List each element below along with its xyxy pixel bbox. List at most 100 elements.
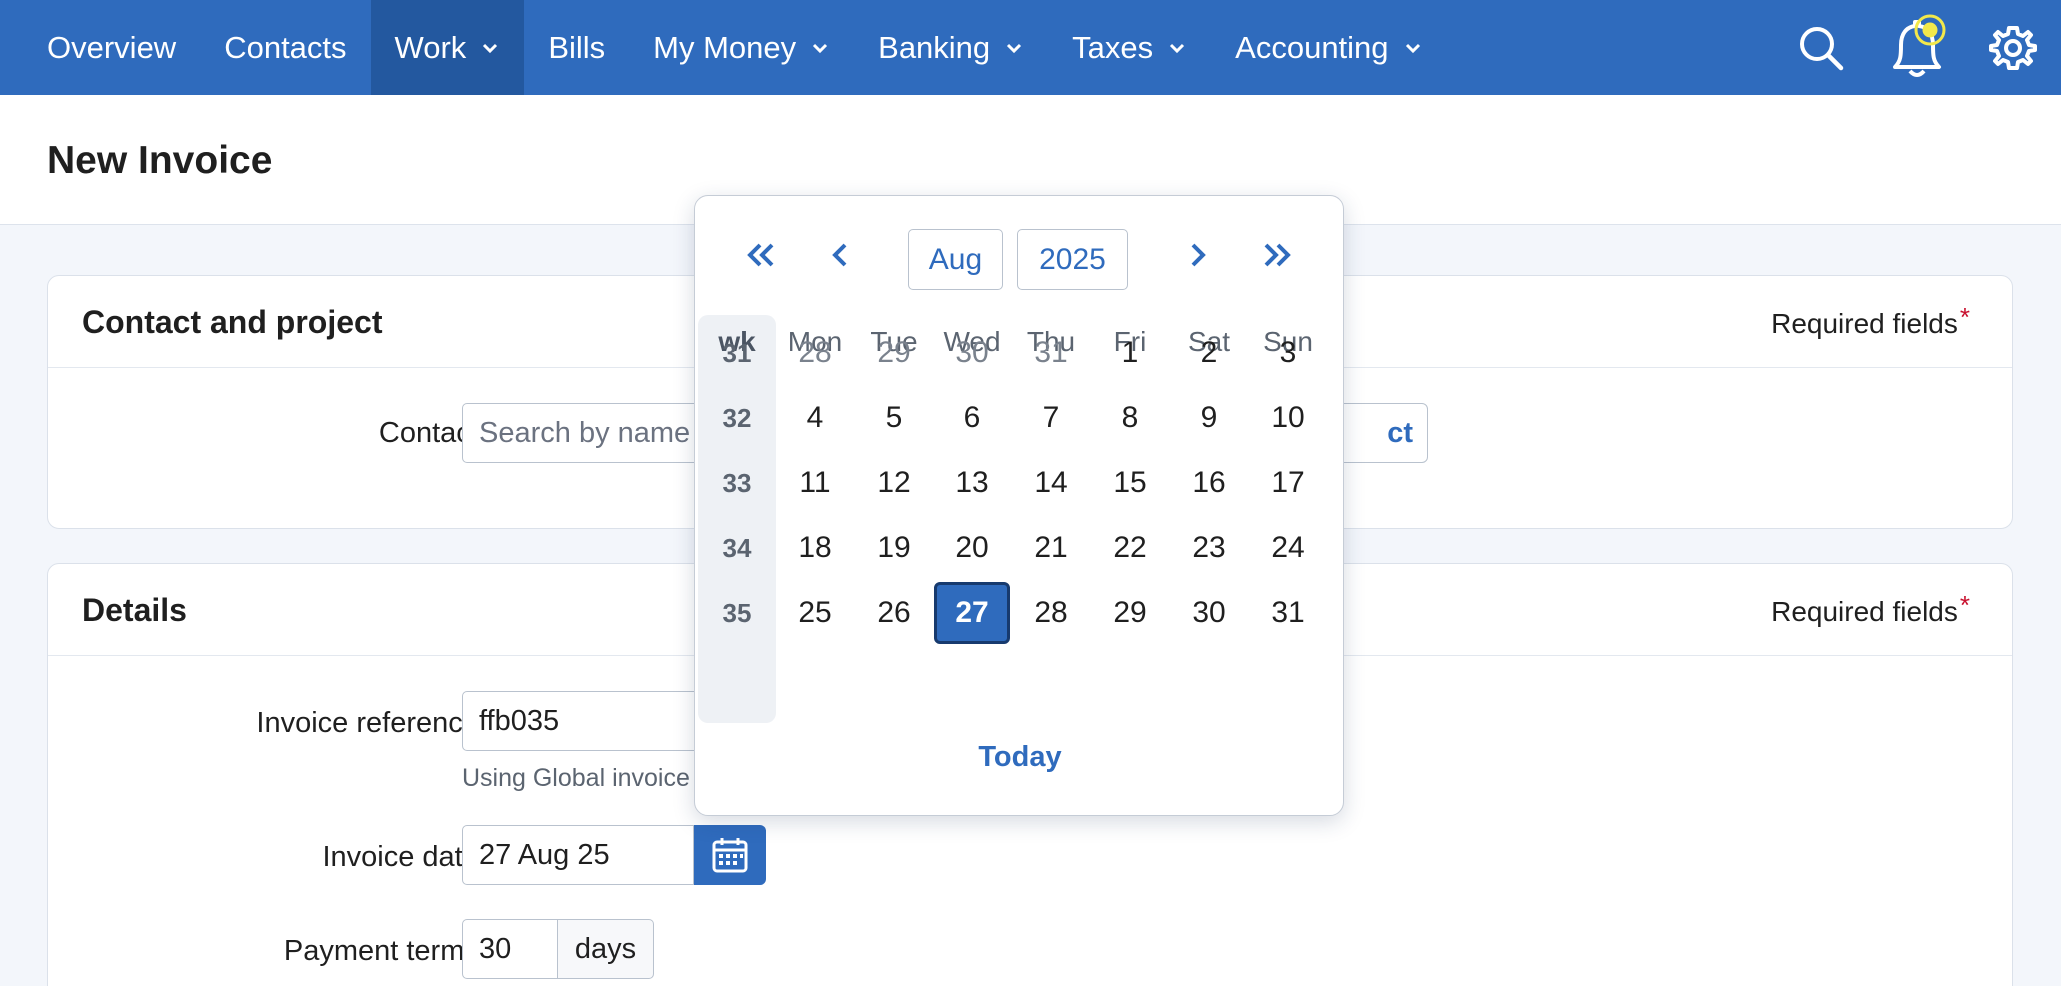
week-number-column: [698, 315, 776, 723]
invoice-reference-hint: Using Global invoice: [462, 764, 690, 792]
calendar-day[interactable]: 11: [777, 452, 853, 514]
week-number: 33: [722, 468, 752, 498]
required-fields-note: Required fields*: [1771, 590, 1970, 628]
datepicker-popup: Aug 2025 wk Mon Tue Wed Thu Fri Sat Sun 31 28 29…: [694, 195, 1344, 816]
nav-item-label: Work: [394, 29, 467, 65]
payment-terms-label-text: Payment terms: [283, 935, 479, 967]
nav-item-label: My Money: [653, 29, 797, 65]
invoice-date-label-text: Invoice date: [322, 841, 479, 873]
payment-terms-input[interactable]: [462, 919, 558, 979]
nav-item-taxes[interactable]: Taxes: [1048, 0, 1211, 95]
calendar-icon: [712, 838, 748, 873]
calendar-day[interactable]: 30: [934, 322, 1010, 384]
calendar-day[interactable]: 25: [777, 582, 853, 644]
chevron-down-icon: [1405, 43, 1420, 53]
nav-item-overview[interactable]: Overview: [0, 0, 200, 95]
calendar-day[interactable]: 30: [1171, 582, 1247, 644]
prev-year-button[interactable]: [731, 230, 791, 280]
calendar-day[interactable]: 21: [1013, 517, 1089, 579]
nav-item-my-money[interactable]: My Money: [629, 0, 854, 95]
prev-month-button[interactable]: [810, 230, 870, 280]
week-number: 34: [722, 533, 752, 563]
nav-item-banking[interactable]: Banking: [854, 0, 1048, 95]
year-select[interactable]: 2025: [1017, 229, 1128, 290]
nav-item-label: Taxes: [1072, 29, 1154, 65]
calendar-day[interactable]: 31: [1013, 322, 1089, 384]
gear-icon[interactable]: [1965, 0, 2061, 95]
double-chevron-right-icon: [1264, 243, 1291, 267]
search-icon[interactable]: [1773, 0, 1869, 95]
add-contact-button-label: ct: [1387, 416, 1413, 449]
calendar-day-selected[interactable]: 27: [934, 582, 1010, 644]
calendar-day[interactable]: 15: [1092, 452, 1168, 514]
top-navigation: Overview Contacts Work Bills My Money Banking…: [0, 0, 2061, 95]
calendar-day[interactable]: 12: [856, 452, 932, 514]
calendar-day[interactable]: 6: [934, 387, 1010, 449]
nav-item-label: Banking: [878, 29, 991, 65]
calendar-button[interactable]: [694, 825, 766, 885]
nav-actions: [1773, 0, 2061, 95]
nav-item-label: Overview: [47, 29, 177, 65]
nav-item-contacts[interactable]: Contacts: [200, 0, 370, 95]
nav-items: Overview Contacts Work Bills My Money Banking…: [0, 0, 1447, 95]
payment-terms-label: Payment terms*: [283, 929, 491, 968]
bell-icon[interactable]: [1869, 0, 1965, 95]
invoice-reference-label-text: Invoice reference: [256, 707, 479, 739]
calendar-day[interactable]: 18: [777, 517, 853, 579]
calendar-day[interactable]: 20: [934, 517, 1010, 579]
week-number: 31: [722, 338, 752, 368]
calendar-day[interactable]: 28: [1013, 582, 1089, 644]
calendar-day[interactable]: 23: [1171, 517, 1247, 579]
calendar-day[interactable]: 10: [1250, 387, 1326, 449]
calendar-day[interactable]: 22: [1092, 517, 1168, 579]
calendar-day[interactable]: 29: [856, 322, 932, 384]
calendar-day[interactable]: 5: [856, 387, 932, 449]
nav-item-bills[interactable]: Bills: [524, 0, 629, 95]
required-fields-text: Required fields: [1771, 596, 1958, 627]
required-asterisk: *: [1959, 302, 1970, 332]
calendar-day[interactable]: 24: [1250, 517, 1326, 579]
calendar-day[interactable]: 31: [1250, 582, 1326, 644]
today-button[interactable]: Today: [695, 741, 1345, 774]
calendar-day[interactable]: 7: [1013, 387, 1089, 449]
calendar-day[interactable]: 2: [1171, 322, 1247, 384]
week-number: 32: [722, 403, 752, 433]
nav-item-label: Accounting: [1235, 29, 1389, 65]
card-title: Details: [82, 592, 187, 628]
chevron-down-icon: [1007, 43, 1022, 53]
calendar-day[interactable]: 8: [1092, 387, 1168, 449]
required-asterisk: *: [1959, 590, 1970, 620]
next-month-button[interactable]: [1168, 230, 1228, 280]
double-chevron-left-icon: [747, 243, 774, 267]
calendar-day[interactable]: 14: [1013, 452, 1089, 514]
chevron-down-icon: [483, 43, 498, 53]
calendar-day[interactable]: 13: [934, 452, 1010, 514]
next-year-button[interactable]: [1247, 230, 1307, 280]
nav-item-accounting[interactable]: Accounting: [1211, 0, 1446, 95]
calendar-day[interactable]: 28: [777, 322, 853, 384]
calendar-day[interactable]: 17: [1250, 452, 1326, 514]
payment-terms-unit: days: [558, 919, 654, 979]
calendar-day[interactable]: 19: [856, 517, 932, 579]
calendar-day[interactable]: 9: [1171, 387, 1247, 449]
calendar-day[interactable]: 1: [1092, 322, 1168, 384]
calendar-day[interactable]: 4: [777, 387, 853, 449]
week-number: 35: [722, 598, 752, 628]
calendar-day[interactable]: 3: [1250, 322, 1326, 384]
chevron-right-icon: [1191, 243, 1206, 267]
required-fields-text: Required fields: [1771, 308, 1958, 339]
card-title: Contact and project: [82, 304, 383, 340]
page-title: New Invoice: [47, 139, 273, 182]
invoice-date-input[interactable]: [462, 825, 694, 885]
calendar-day[interactable]: 16: [1171, 452, 1247, 514]
calendar-day[interactable]: 26: [856, 582, 932, 644]
chevron-down-icon: [1170, 43, 1185, 53]
required-fields-note: Required fields*: [1771, 302, 1970, 340]
nav-item-label: Bills: [548, 29, 606, 65]
chevron-down-icon: [813, 43, 828, 53]
nav-item-label: Contacts: [224, 29, 347, 65]
chevron-left-icon: [832, 243, 847, 267]
calendar-day[interactable]: 29: [1092, 582, 1168, 644]
month-select[interactable]: Aug: [908, 229, 1003, 290]
nav-item-work[interactable]: Work: [370, 0, 525, 95]
